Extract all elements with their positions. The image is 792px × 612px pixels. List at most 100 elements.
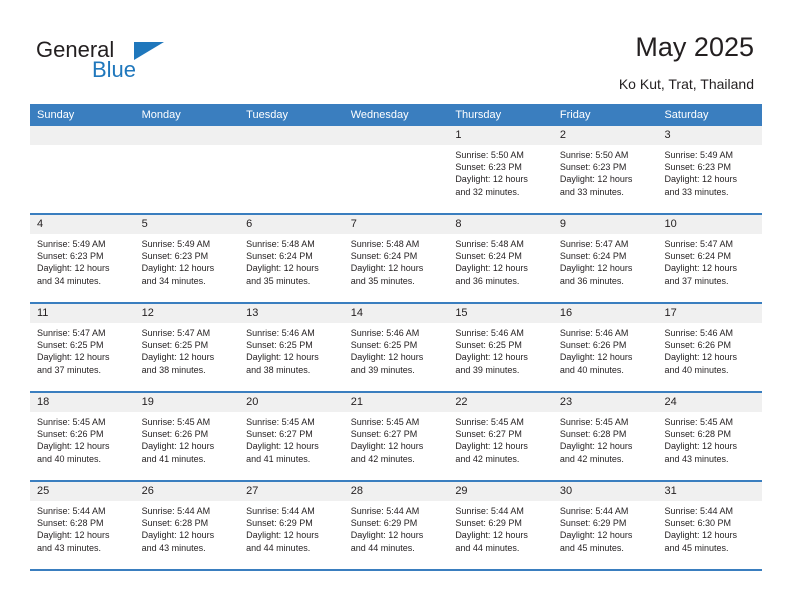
calendar-day-cell[interactable]: 20 Sunrise: 5:45 AM Sunset: 6:27 PM Dayligh…	[239, 393, 344, 480]
day-number: 19	[141, 396, 154, 408]
day-number: 14	[350, 307, 363, 319]
calendar-day-cell[interactable]: 22 Sunrise: 5:45 AM Sunset: 6:27 PM Dayligh…	[448, 393, 553, 480]
sunset-text: Sunset: 6:28 PM	[664, 429, 732, 440]
day-sun-info: Sunrise: 5:45 AM Sunset: 6:26 PM Daylight:…	[135, 412, 240, 465]
day-sun-info: Sunrise: 5:44 AM Sunset: 6:29 PM Daylight:…	[448, 501, 553, 554]
calendar-day-cell[interactable]: 5 Sunrise: 5:49 AM Sunset: 6:23 PM Daylight…	[134, 215, 240, 302]
sunrise-text: Sunrise: 5:47 AM	[559, 239, 629, 249]
calendar-day-cell[interactable]: 27 Sunrise: 5:44 AM Sunset: 6:29 PM Dayligh…	[239, 482, 344, 569]
day-of-week-header-wednesday: Wednesday	[350, 109, 409, 121]
day-sun-info: Sunrise: 5:49 AM Sunset: 6:23 PM Daylight:…	[657, 145, 762, 198]
calendar-day-cell[interactable]: 7 Sunrise: 5:48 AM Sunset: 6:24 PM Daylight…	[343, 215, 449, 302]
calendar-day-cell[interactable]: 26 Sunrise: 5:44 AM Sunset: 6:28 PM Dayligh…	[134, 482, 240, 569]
calendar-day-cell[interactable]: 31 Sunrise: 5:44 AM Sunset: 6:30 PM Dayligh…	[657, 482, 763, 569]
sunset-text: Sunset: 6:25 PM	[246, 340, 313, 351]
calendar-day-cell[interactable]: 2 Sunrise: 5:50 AM Sunset: 6:23 PM Daylight…	[552, 126, 658, 213]
sunset-text: Sunset: 6:25 PM	[141, 340, 209, 351]
day-sun-info: Sunrise: 5:45 AM Sunset: 6:27 PM Daylight:…	[448, 412, 553, 465]
daylight-text-line2: and 43 minutes.	[37, 542, 102, 553]
daylight-text-line2: and 33 minutes.	[559, 186, 624, 197]
day-number: 18	[37, 396, 50, 408]
daylight-text-line2: and 34 minutes.	[37, 275, 102, 286]
calendar-day-cell[interactable]: 28 Sunrise: 5:44 AM Sunset: 6:29 PM Dayligh…	[343, 482, 449, 569]
day-number-band: 7	[343, 215, 449, 234]
day-number-band: 17	[657, 304, 763, 323]
day-sun-info: Sunrise: 5:50 AM Sunset: 6:23 PM Daylight:…	[553, 145, 658, 198]
calendar-day-cell[interactable]: 30 Sunrise: 5:44 AM Sunset: 6:29 PM Dayligh…	[552, 482, 658, 569]
calendar-day-cell[interactable]: 21 Sunrise: 5:45 AM Sunset: 6:27 PM Dayligh…	[343, 393, 449, 480]
calendar-day-cell-empty	[134, 126, 240, 213]
daylight-text-line2: and 36 minutes.	[455, 275, 520, 286]
calendar-day-cell[interactable]: 23 Sunrise: 5:45 AM Sunset: 6:28 PM Dayligh…	[552, 393, 658, 480]
daylight-text-line1: Daylight: 12 hours	[559, 352, 633, 363]
day-number-band: 20	[239, 393, 344, 412]
calendar-day-cell[interactable]: 1 Sunrise: 5:50 AM Sunset: 6:23 PM Daylight…	[448, 126, 553, 213]
calendar-day-cell[interactable]: 13 Sunrise: 5:46 AM Sunset: 6:25 PM Dayligh…	[239, 304, 344, 391]
calendar-day-cell[interactable]: 4 Sunrise: 5:49 AM Sunset: 6:23 PM Daylight…	[30, 215, 135, 302]
calendar-day-cell[interactable]: 10 Sunrise: 5:47 AM Sunset: 6:24 PM Dayligh…	[657, 215, 763, 302]
day-sun-info: Sunrise: 5:45 AM Sunset: 6:26 PM Daylight:…	[30, 412, 135, 465]
daylight-text-line1: Daylight: 12 hours	[559, 441, 633, 452]
sunrise-text: Sunrise: 5:45 AM	[141, 417, 211, 427]
sunrise-text: Sunrise: 5:49 AM	[664, 150, 734, 160]
day-sun-info: Sunrise: 5:47 AM Sunset: 6:24 PM Daylight:…	[553, 234, 658, 287]
calendar-day-cell[interactable]: 11 Sunrise: 5:47 AM Sunset: 6:25 PM Dayligh…	[30, 304, 135, 391]
sunrise-text: Sunrise: 5:44 AM	[350, 506, 420, 516]
calendar-day-cell[interactable]: 15 Sunrise: 5:46 AM Sunset: 6:25 PM Dayligh…	[448, 304, 553, 391]
sunrise-text: Sunrise: 5:48 AM	[350, 239, 420, 249]
day-sun-info: Sunrise: 5:44 AM Sunset: 6:29 PM Daylight:…	[344, 501, 449, 554]
daylight-text-line1: Daylight: 12 hours	[141, 530, 215, 541]
daylight-text-line2: and 44 minutes.	[455, 542, 520, 553]
daylight-text-line2: and 33 minutes.	[664, 186, 729, 197]
day-number-band: 16	[552, 304, 658, 323]
calendar-day-cell[interactable]: 6 Sunrise: 5:48 AM Sunset: 6:24 PM Daylight…	[239, 215, 344, 302]
daylight-text-line1: Daylight: 12 hours	[664, 174, 738, 185]
day-sun-info: Sunrise: 5:44 AM Sunset: 6:28 PM Daylight:…	[135, 501, 240, 554]
daylight-text-line2: and 37 minutes.	[37, 364, 102, 375]
sunrise-text: Sunrise: 5:49 AM	[141, 239, 211, 249]
calendar-day-cell[interactable]: 12 Sunrise: 5:47 AM Sunset: 6:25 PM Dayligh…	[134, 304, 240, 391]
daylight-text-line2: and 42 minutes.	[455, 453, 520, 464]
daylight-text-line1: Daylight: 12 hours	[664, 530, 738, 541]
sunset-text: Sunset: 6:28 PM	[559, 429, 627, 440]
day-number-band: 23	[552, 393, 658, 412]
sunset-text: Sunset: 6:26 PM	[664, 340, 732, 351]
daylight-text-line1: Daylight: 12 hours	[455, 441, 528, 452]
day-number: 15	[455, 307, 468, 319]
calendar-day-cell[interactable]: 19 Sunrise: 5:45 AM Sunset: 6:26 PM Dayligh…	[134, 393, 240, 480]
daylight-text-line1: Daylight: 12 hours	[664, 352, 738, 363]
calendar-day-cell[interactable]: 8 Sunrise: 5:48 AM Sunset: 6:24 PM Daylight…	[448, 215, 553, 302]
daylight-text-line2: and 38 minutes.	[141, 364, 206, 375]
day-number-band: 21	[343, 393, 449, 412]
calendar-day-cell[interactable]: 18 Sunrise: 5:45 AM Sunset: 6:26 PM Dayligh…	[30, 393, 135, 480]
daylight-text-line1: Daylight: 12 hours	[455, 174, 528, 185]
sunset-text: Sunset: 6:27 PM	[246, 429, 313, 440]
daylight-text-line1: Daylight: 12 hours	[141, 263, 215, 274]
day-of-week-header-sunday: Sunday	[37, 109, 75, 121]
sunrise-text: Sunrise: 5:44 AM	[559, 506, 629, 516]
day-number-band: 30	[552, 482, 658, 501]
calendar-day-cell[interactable]: 29 Sunrise: 5:44 AM Sunset: 6:29 PM Dayligh…	[448, 482, 553, 569]
sunset-text: Sunset: 6:30 PM	[664, 518, 732, 529]
day-number: 24	[664, 396, 677, 408]
logo-text-blue: Blue	[92, 57, 137, 82]
day-number-band	[30, 126, 135, 145]
day-number: 31	[664, 485, 677, 497]
calendar-day-cell[interactable]: 24 Sunrise: 5:45 AM Sunset: 6:28 PM Dayligh…	[657, 393, 763, 480]
daylight-text-line1: Daylight: 12 hours	[455, 263, 528, 274]
day-number-band	[134, 126, 240, 145]
day-number-band: 24	[657, 393, 763, 412]
daylight-text-line1: Daylight: 12 hours	[141, 352, 215, 363]
calendar-day-cell[interactable]: 9 Sunrise: 5:47 AM Sunset: 6:24 PM Daylight…	[552, 215, 658, 302]
calendar-day-cell[interactable]: 25 Sunrise: 5:44 AM Sunset: 6:28 PM Dayligh…	[30, 482, 135, 569]
daylight-text-line1: Daylight: 12 hours	[350, 352, 424, 363]
day-number-band: 13	[239, 304, 344, 323]
daylight-text-line2: and 36 minutes.	[559, 275, 624, 286]
sunset-text: Sunset: 6:24 PM	[664, 251, 732, 262]
day-number: 28	[350, 485, 363, 497]
calendar-day-cell[interactable]: 14 Sunrise: 5:46 AM Sunset: 6:25 PM Dayligh…	[343, 304, 449, 391]
calendar-day-cell[interactable]: 3 Sunrise: 5:49 AM Sunset: 6:23 PM Daylight…	[657, 126, 763, 213]
calendar-day-cell[interactable]: 16 Sunrise: 5:46 AM Sunset: 6:26 PM Dayligh…	[552, 304, 658, 391]
calendar-day-cell[interactable]: 17 Sunrise: 5:46 AM Sunset: 6:26 PM Dayligh…	[657, 304, 763, 391]
daylight-text-line2: and 40 minutes.	[664, 364, 729, 375]
